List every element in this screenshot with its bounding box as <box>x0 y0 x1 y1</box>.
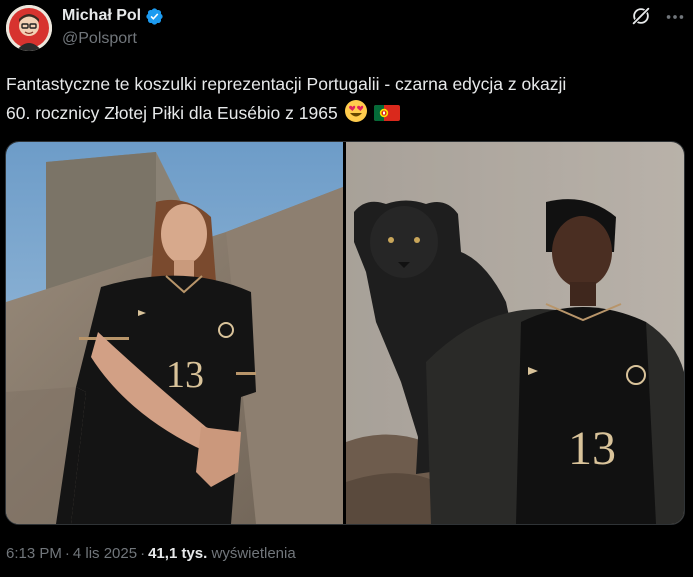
more-options-icon[interactable] <box>664 6 686 28</box>
author-name-row[interactable]: Michał Pol <box>62 6 164 26</box>
author-avatar[interactable] <box>6 5 52 51</box>
left-photo-jersey-number: 13 <box>166 354 204 396</box>
tweet-text: Fantastyczne te koszulki reprezentacji P… <box>6 70 686 132</box>
author-handle[interactable]: @Polsport <box>62 30 137 48</box>
tweet-text-line-2-text: 60. rocznicy Złotej Piłki dla Eusébio z … <box>6 103 338 123</box>
right-photo-jersey-number: 13 <box>568 422 616 475</box>
tweet-meta: 6:13 PM · 4 lis 2025 · 41,1 tys. wyświetleni… <box>6 545 296 562</box>
heart-eyes-emoji-icon <box>344 99 368 132</box>
verified-badge-icon <box>145 7 164 26</box>
views-label: wyświetlenia <box>211 545 296 562</box>
photo-woman-black-jersey[interactable]: 13 <box>6 142 343 524</box>
media-grid: 13 13 <box>5 141 685 525</box>
author-display-name[interactable]: Michał Pol <box>62 7 141 25</box>
photo-man-panther-black-jersey[interactable]: 13 <box>346 142 684 524</box>
portugal-flag-emoji-icon <box>373 103 400 132</box>
grok-icon[interactable] <box>630 5 652 27</box>
tweet: Michał Pol @Polsport Fantastyczne te kos… <box>0 0 693 577</box>
tweet-text-line-2: 60. rocznicy Złotej Piłki dla Eusébio z … <box>6 99 686 132</box>
meta-separator: · <box>64 545 70 562</box>
views-count: 41,1 tys. <box>148 545 208 562</box>
tweet-date[interactable]: 4 lis 2025 <box>73 545 137 562</box>
tweet-time[interactable]: 6:13 PM <box>6 545 62 562</box>
tweet-text-line-1: Fantastyczne te koszulki reprezentacji P… <box>6 74 567 94</box>
meta-separator: · <box>140 545 146 562</box>
